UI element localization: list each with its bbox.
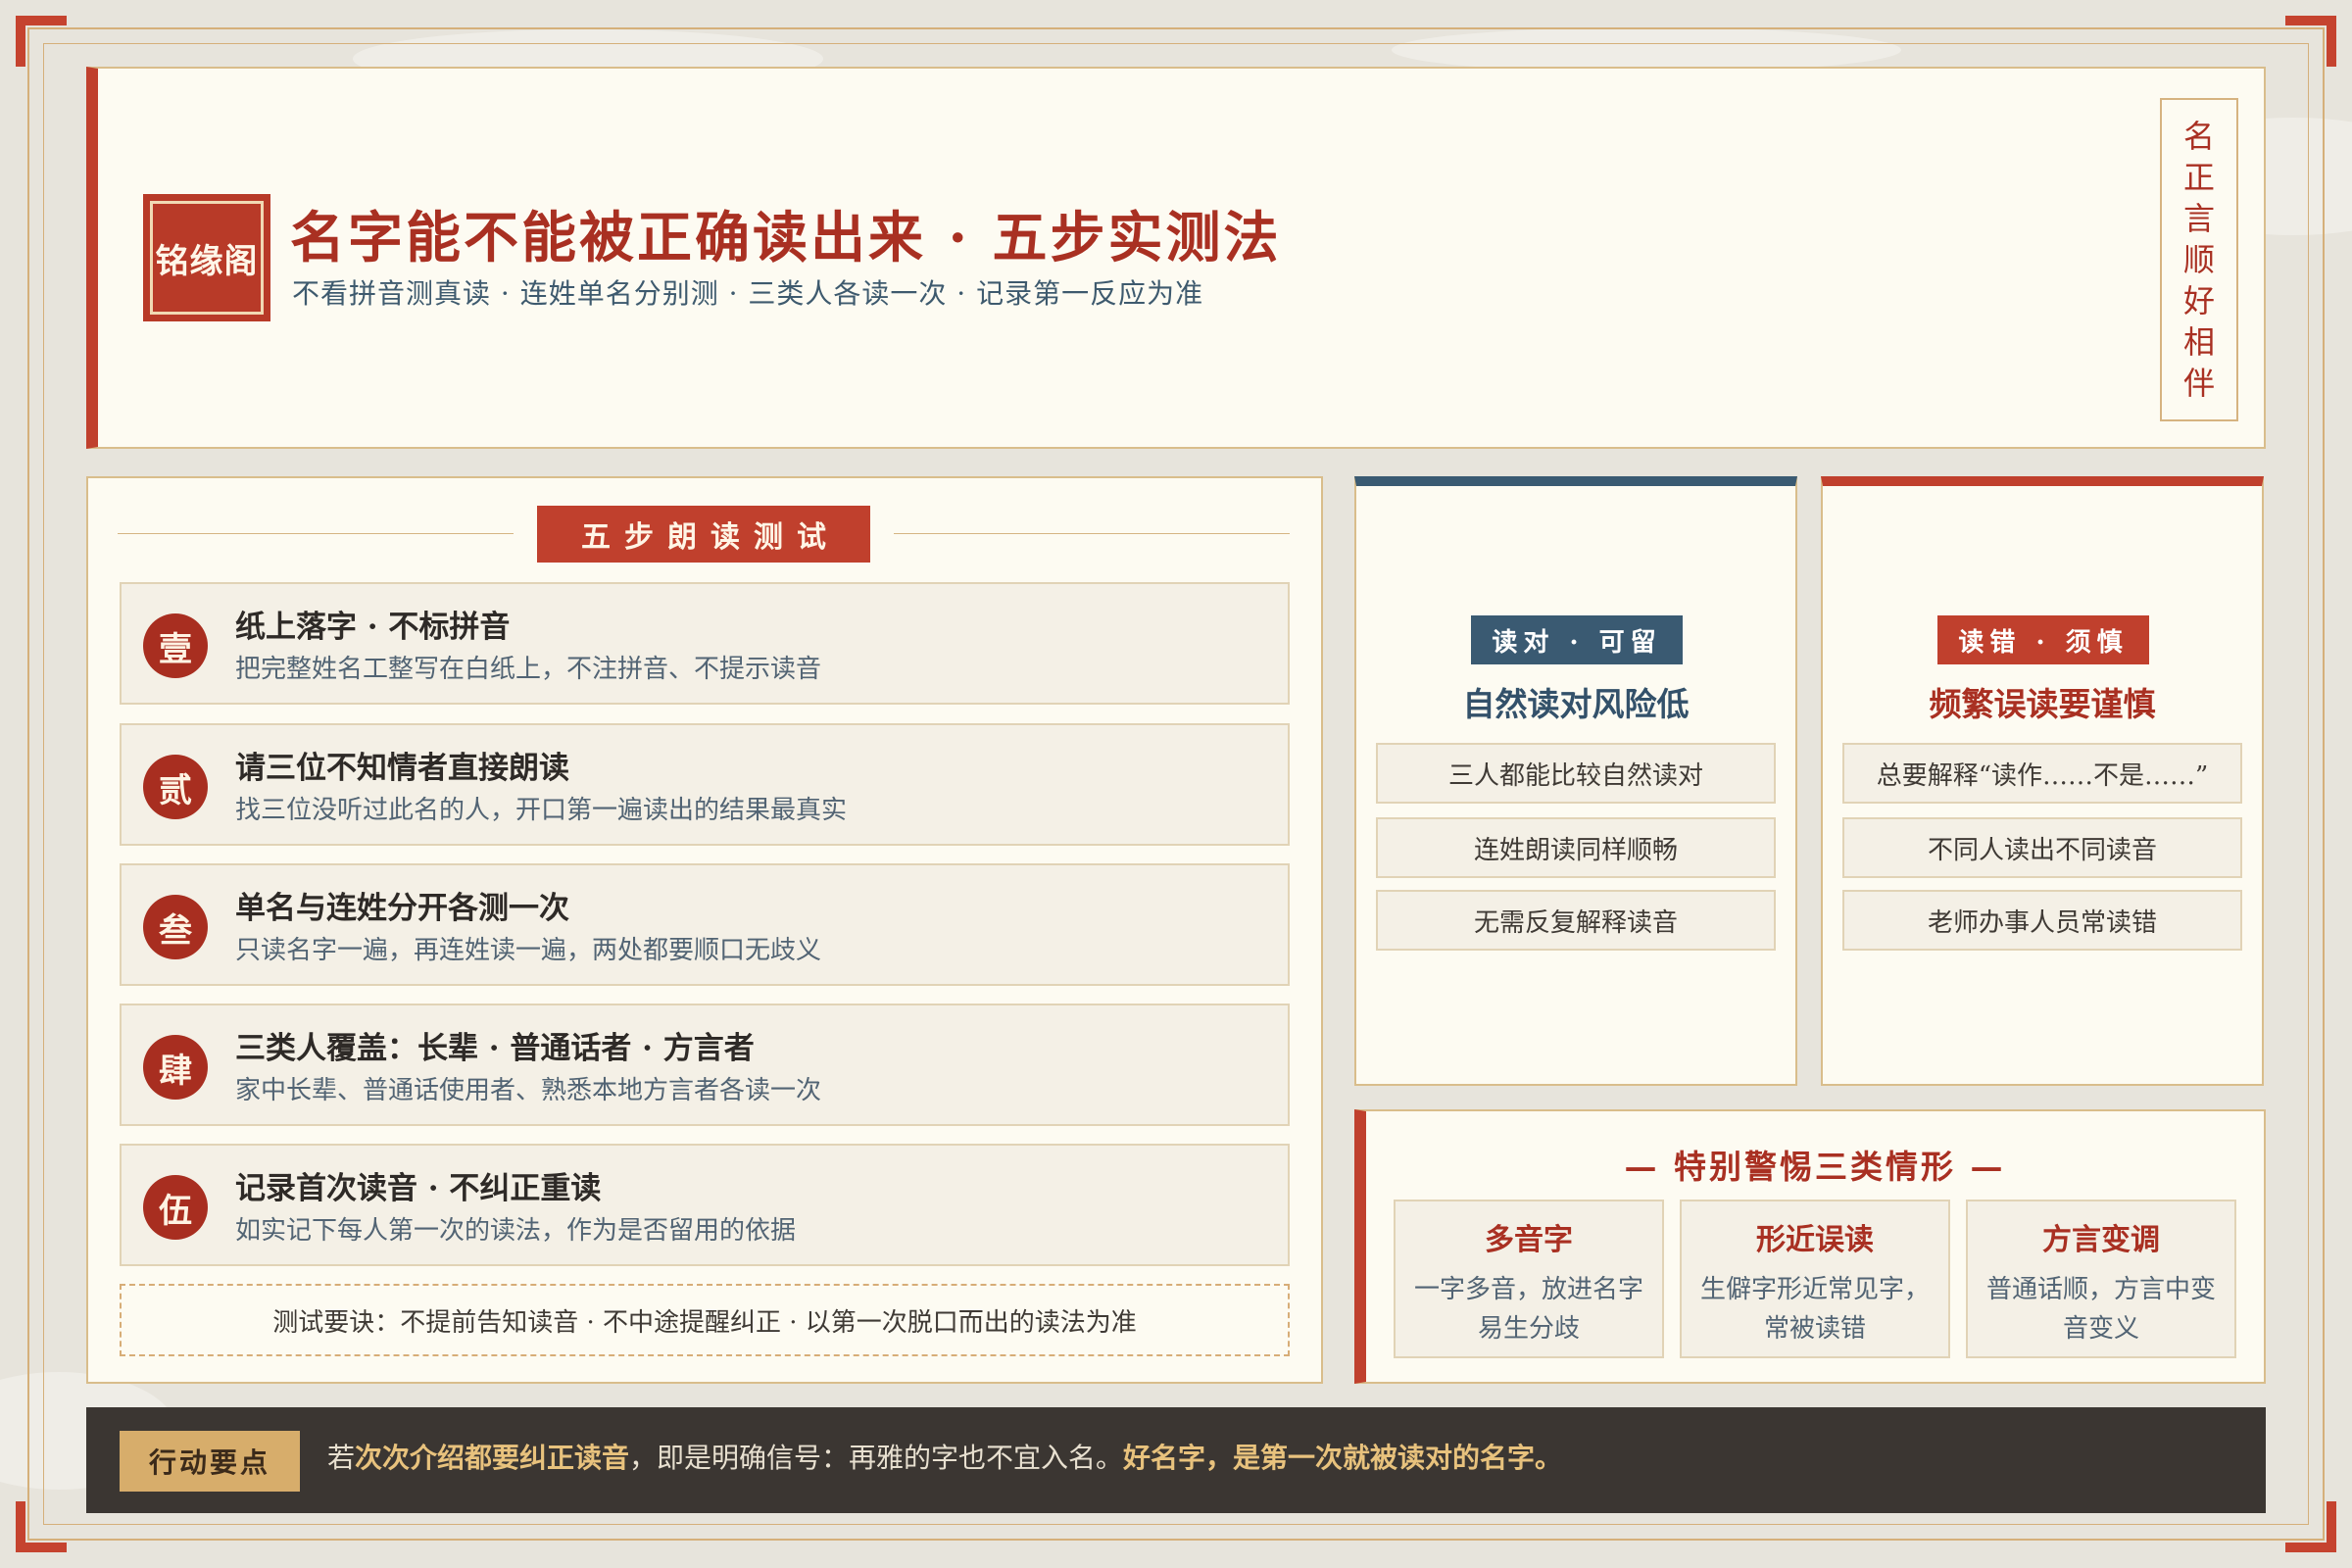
- action-middle: ，即是明确信号：再雅的字也不宜入名。: [629, 1442, 1124, 1474]
- motto-char: 相: [2182, 323, 2215, 361]
- warning-card-desc: 生僻字形近常见字，常被读错: [1699, 1275, 1930, 1344]
- motto-char: 言: [2182, 200, 2215, 237]
- motto-scroll: 名 正 言 顺 好 相 伴: [2160, 98, 2238, 421]
- corner-ornament: [2285, 16, 2336, 67]
- warning-card: 方言变调 普通话顺，方言中变音变义: [1966, 1200, 2236, 1358]
- step-number: 叁: [143, 895, 208, 959]
- correct-tag: 读对 · 可留: [1471, 615, 1683, 664]
- motto-char: 名: [2182, 118, 2215, 155]
- warning-card: 形近误读 生僻字形近常见字，常被读错: [1680, 1200, 1950, 1358]
- action-prefix: 若: [327, 1442, 356, 1474]
- corner-ornament: [16, 16, 67, 67]
- correct-panel: 读对 · 可留 自然读对风险低 三人都能比较自然读对 连姓朗读同样顺畅 无需反复…: [1354, 476, 1797, 1086]
- steps-heading-row: 五步朗读测试: [118, 506, 1290, 563]
- brand-seal: 铭缘阁: [143, 194, 270, 321]
- motto-char: 好: [2182, 282, 2215, 319]
- step-card: 伍 记录首次读音 · 不纠正重读 如实记下每人第一次的读法，作为是否留用的依据: [120, 1144, 1290, 1266]
- warning-card-desc: 普通话顺，方言中变音变义: [1985, 1275, 2216, 1344]
- wrong-panel: 读错 · 须慎 频繁误读要谨慎 总要解释“读作……不是……” 不同人读出不同读音…: [1821, 476, 2264, 1086]
- warning-panel: — 特别警惕三类情形 — 多音字 一字多音，放进名字易生分歧 形近误读 生僻字形…: [1354, 1109, 2266, 1384]
- warning-card-title: 形近误读: [1756, 1223, 1874, 1257]
- step-card: 壹 纸上落字 · 不标拼音 把完整姓名工整写在白纸上，不注拼音、不提示读音: [120, 582, 1290, 705]
- warning-card-title: 多音字: [1485, 1223, 1573, 1257]
- wrong-tag: 读错 · 须慎: [1937, 615, 2149, 664]
- steps-heading: 五步朗读测试: [537, 506, 870, 563]
- step-desc: 把完整姓名工整写在白纸上，不注拼音、不提示读音: [235, 655, 822, 684]
- step-number: 肆: [143, 1035, 208, 1100]
- brand-seal-text: 铭缘阁: [150, 201, 264, 315]
- step-number: 贰: [143, 755, 208, 819]
- header-panel: 铭缘阁 名字能不能被正确读出来 · 五步实测法 不看拼音测真读 · 连姓单名分别…: [86, 67, 2266, 449]
- action-text: 若次次介绍都要纠正读音，即是明确信号：再雅的字也不宜入名。好名字，是第一次就被读…: [327, 1437, 1562, 1476]
- motto-char: 伴: [2182, 365, 2215, 402]
- step-title: 三类人覆盖：长辈 · 普通话者 · 方言者: [235, 1031, 755, 1066]
- correct-item: 无需反复解释读音: [1376, 890, 1776, 951]
- step-title: 请三位不知情者直接朗读: [235, 751, 569, 786]
- step-number: 伍: [143, 1175, 208, 1240]
- step-title: 单名与连姓分开各测一次: [235, 891, 569, 926]
- steps-panel: 五步朗读测试 壹 纸上落字 · 不标拼音 把完整姓名工整写在白纸上，不注拼音、不…: [86, 476, 1323, 1384]
- wrong-title: 频繁误读要谨慎: [1929, 685, 2156, 723]
- step-desc: 只读名字一遍，再连姓读一遍，两处都要顺口无歧义: [235, 936, 822, 965]
- step-card: 肆 三类人覆盖：长辈 · 普通话者 · 方言者 家中长辈、普通话使用者、熟悉本地…: [120, 1004, 1290, 1126]
- wrong-item: 老师办事人员常读错: [1842, 890, 2242, 951]
- correct-title: 自然读对风险低: [1462, 685, 1690, 723]
- wrong-item: 总要解释“读作……不是……”: [1842, 743, 2242, 804]
- action-tag: 行动要点: [120, 1431, 300, 1492]
- correct-item: 连姓朗读同样顺畅: [1376, 817, 1776, 878]
- wrong-item: 不同人读出不同读音: [1842, 817, 2242, 878]
- step-card: 贰 请三位不知情者直接朗读 找三位没听过此名的人，开口第一遍读出的结果最真实: [120, 723, 1290, 846]
- step-title: 纸上落字 · 不标拼音: [235, 610, 511, 645]
- motto-char: 正: [2182, 159, 2215, 196]
- correct-item: 三人都能比较自然读对: [1376, 743, 1776, 804]
- warning-card-desc: 一字多音，放进名字易生分歧: [1413, 1275, 1643, 1344]
- action-bar: 行动要点 若次次介绍都要纠正读音，即是明确信号：再雅的字也不宜入名。好名字，是第…: [86, 1407, 2266, 1513]
- motto-char: 顺: [2182, 241, 2215, 278]
- step-title: 记录首次读音 · 不纠正重读: [235, 1171, 602, 1206]
- step-number: 壹: [143, 613, 208, 678]
- step-desc: 如实记下每人第一次的读法，作为是否留用的依据: [235, 1216, 797, 1246]
- step-card: 叁 单名与连姓分开各测一次 只读名字一遍，再连姓读一遍，两处都要顺口无歧义: [120, 863, 1290, 986]
- corner-ornament: [16, 1501, 67, 1552]
- warning-card-title: 方言变调: [2042, 1223, 2160, 1257]
- step-desc: 找三位没听过此名的人，开口第一遍读出的结果最真实: [235, 796, 848, 825]
- divider-line: [894, 533, 1290, 534]
- action-highlight: 次次介绍都要纠正读音: [355, 1442, 630, 1474]
- corner-ornament: [2285, 1501, 2336, 1552]
- divider-line: [118, 533, 514, 534]
- page-subtitle: 不看拼音测真读 · 连姓单名分别测 · 三类人各读一次 · 记录第一反应为准: [292, 277, 1204, 310]
- step-desc: 家中长辈、普通话使用者、熟悉本地方言者各读一次: [235, 1076, 822, 1105]
- warning-title: — 特别警惕三类情形 —: [1624, 1148, 2006, 1186]
- warning-card: 多音字 一字多音，放进名字易生分歧: [1394, 1200, 1664, 1358]
- page-title: 名字能不能被正确读出来 · 五步实测法: [290, 206, 1282, 270]
- action-highlight: 好名字，是第一次就被读对的名字。: [1123, 1442, 1563, 1474]
- test-tip: 测试要诀：不提前告知读音 · 不中途提醒纠正 · 以第一次脱口而出的读法为准: [120, 1284, 1290, 1356]
